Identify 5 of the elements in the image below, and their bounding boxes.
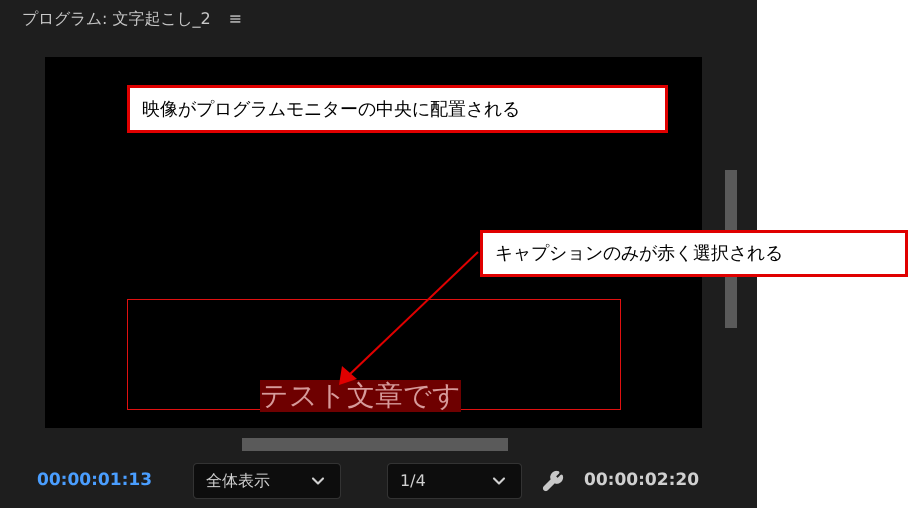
callout-text: 映像がプログラムモニターの中央に配置される xyxy=(142,98,520,122)
panel-title: プログラム: 文字起こし_2 xyxy=(22,8,211,30)
callout-text: キャプションのみが赤く選択される xyxy=(495,242,783,266)
duration-timecode: 00:00:02:20 xyxy=(584,469,700,492)
caption-text: テスト文章です xyxy=(260,380,461,412)
